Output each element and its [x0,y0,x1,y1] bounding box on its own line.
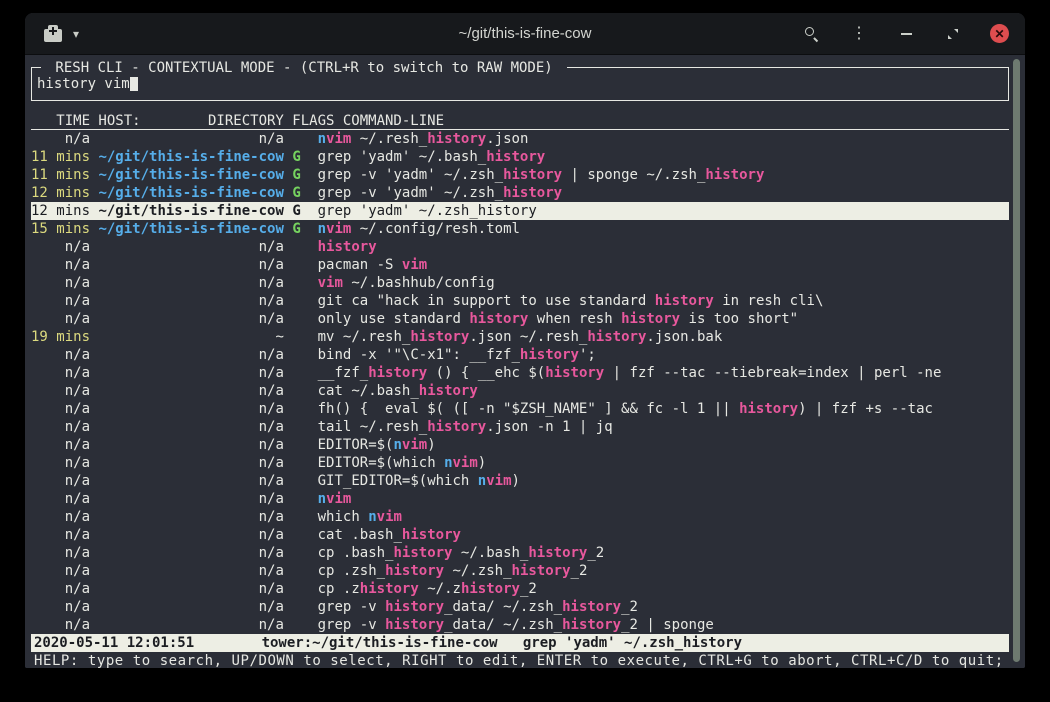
history-row[interactable]: n/a n/a fh() { eval $( ([ -n "$ZSH_NAME"… [31,400,1009,418]
history-row[interactable]: n/a n/a tail ~/.resh_history.json -n 1 |… [31,418,1009,436]
minimize-button[interactable] [896,24,916,44]
status-bar: 2020-05-11 12:01:51 tower:~/git/this-is-f… [31,634,1009,652]
text-cursor [130,76,138,91]
history-row[interactable]: n/a n/a __fzf_history () { __ehc $(histo… [31,364,1009,382]
history-list: TIME HOST: DIRECTORY FLAGS COMMAND-LINE … [31,112,1009,634]
history-row[interactable]: 12 mins ~/git/this-is-fine-cow G grep 'y… [31,202,1009,220]
resh-search-box: RESH CLI - CONTEXTUAL MODE - (CTRL+R to … [31,67,1009,101]
history-row[interactable]: n/a n/a nvim ~/.resh_history.json [31,130,1009,148]
history-row[interactable]: n/a n/a EDITOR=$(nvim) [31,436,1009,454]
terminal-window: ▾ ~/git/this-is-fine-cow ⋮ [25,13,1025,668]
history-row[interactable]: n/a n/a only use standard history when r… [31,310,1009,328]
history-row[interactable]: n/a n/a grep -v history_data/ ~/.zsh_his… [31,616,1009,634]
titlebar: ▾ ~/git/this-is-fine-cow ⋮ [25,13,1025,55]
terminal-content: RESH CLI - CONTEXTUAL MODE - (CTRL+R to … [25,55,1025,668]
history-row[interactable]: n/a n/a which nvim [31,508,1009,526]
resh-mode-title: RESH CLI - CONTEXTUAL MODE - (CTRL+R to … [41,59,567,77]
history-row[interactable]: 11 mins ~/git/this-is-fine-cow G grep -v… [31,166,1009,184]
restore-button[interactable] [943,24,963,44]
history-row[interactable]: n/a n/a nvim [31,490,1009,508]
search-icon [805,27,819,41]
history-row[interactable]: n/a n/a pacman -S vim [31,256,1009,274]
status-host-dir: tower:~/git/this-is-fine-cow [262,635,498,651]
history-row[interactable]: 15 mins ~/git/this-is-fine-cow G nvim ~/… [31,220,1009,238]
search-query: history vim [37,76,130,92]
status-timestamp: 2020-05-11 12:01:51 [34,635,194,651]
history-row[interactable]: n/a n/a cat ~/.bash_history [31,382,1009,400]
history-row[interactable]: n/a n/a cat .bash_history [31,526,1009,544]
history-row[interactable]: n/a n/a cp .zsh_history ~/.zsh_history_2 [31,562,1009,580]
restore-icon [947,28,959,40]
history-row[interactable]: n/a n/a bind -x '"\C-x1": __fzf_history'… [31,346,1009,364]
kebab-menu-icon: ⋮ [851,26,867,42]
history-row[interactable]: n/a n/a history [31,238,1009,256]
history-row[interactable]: n/a n/a git ca "hack in support to use s… [31,292,1009,310]
menu-button[interactable]: ⋮ [849,24,869,44]
history-row[interactable]: n/a n/a cp .zhistory ~/.zhistory_2 [31,580,1009,598]
history-row[interactable]: n/a n/a vim ~/.bashhub/config [31,274,1009,292]
history-row[interactable]: n/a n/a cp .bash_history ~/.bash_history… [31,544,1009,562]
history-row[interactable]: n/a n/a EDITOR=$(which nvim) [31,454,1009,472]
history-row[interactable]: n/a n/a grep -v history_data/ ~/.zsh_his… [31,598,1009,616]
status-command: grep 'yadm' ~/.zsh_history [523,635,742,651]
history-row[interactable]: n/a n/a GIT_EDITOR=$(which nvim) [31,472,1009,490]
history-row[interactable]: 19 mins ~ mv ~/.resh_history.json ~/.res… [31,328,1009,346]
close-icon: ✕ [994,27,1004,41]
history-row[interactable]: 11 mins ~/git/this-is-fine-cow G grep 'y… [31,148,1009,166]
minimize-icon [901,33,912,35]
help-line: HELP: type to search, UP/DOWN to select,… [31,652,1009,668]
close-button[interactable]: ✕ [990,24,1009,43]
history-row[interactable]: 12 mins ~/git/this-is-fine-cow G grep -v… [31,184,1009,202]
table-header: TIME HOST: DIRECTORY FLAGS COMMAND-LINE [31,112,1009,130]
search-button[interactable] [802,24,822,44]
scrollbar-thumb[interactable] [1013,59,1020,662]
